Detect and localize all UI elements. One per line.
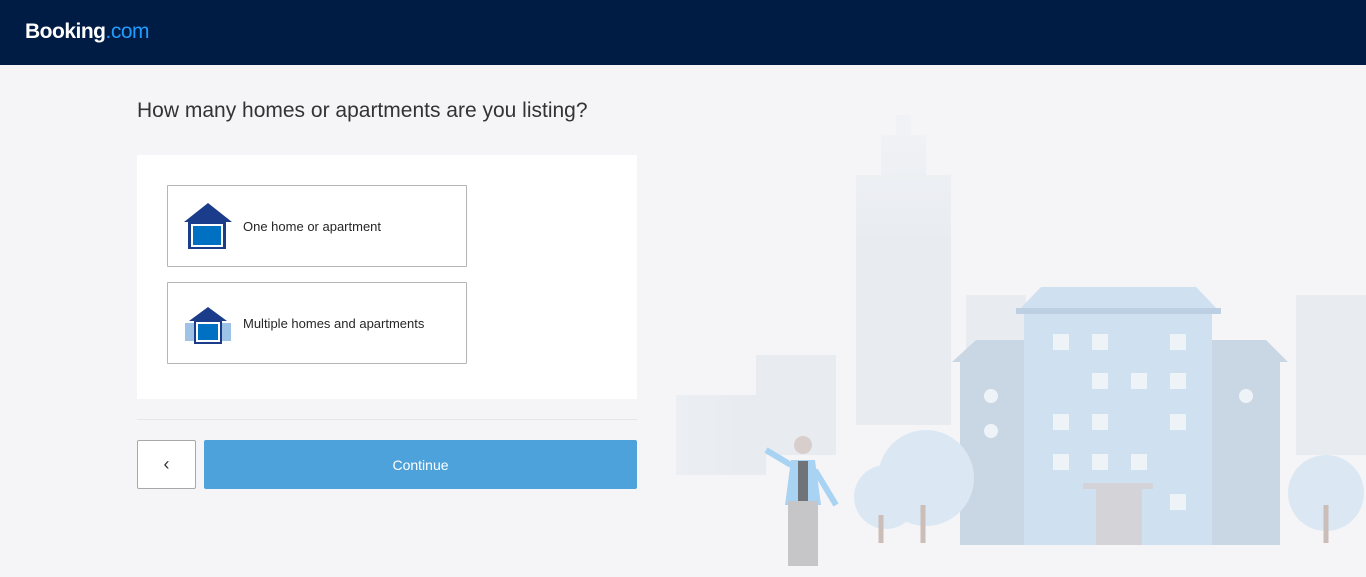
options-card: One home or apartment Multiple homes and… bbox=[137, 155, 637, 399]
brand-name: Booking bbox=[25, 20, 106, 43]
option-one-home[interactable]: One home or apartment bbox=[167, 185, 467, 267]
back-button[interactable]: ‹ bbox=[137, 440, 196, 489]
page-question: How many homes or apartments are you lis… bbox=[137, 99, 588, 122]
multiple-houses-icon bbox=[185, 307, 231, 344]
option-multiple-homes[interactable]: Multiple homes and apartments bbox=[167, 282, 467, 364]
top-header-bar: Booking .com bbox=[0, 0, 1366, 65]
option-label: One home or apartment bbox=[243, 218, 382, 234]
booking-logo[interactable]: Booking .com bbox=[25, 20, 150, 44]
chevron-left-icon: ‹ bbox=[163, 454, 170, 474]
option-label: Multiple homes and apartments bbox=[243, 315, 425, 331]
brand-tld: .com bbox=[105, 20, 150, 43]
continue-button[interactable]: Continue bbox=[204, 440, 637, 489]
single-house-icon bbox=[184, 203, 232, 249]
divider bbox=[137, 419, 637, 420]
